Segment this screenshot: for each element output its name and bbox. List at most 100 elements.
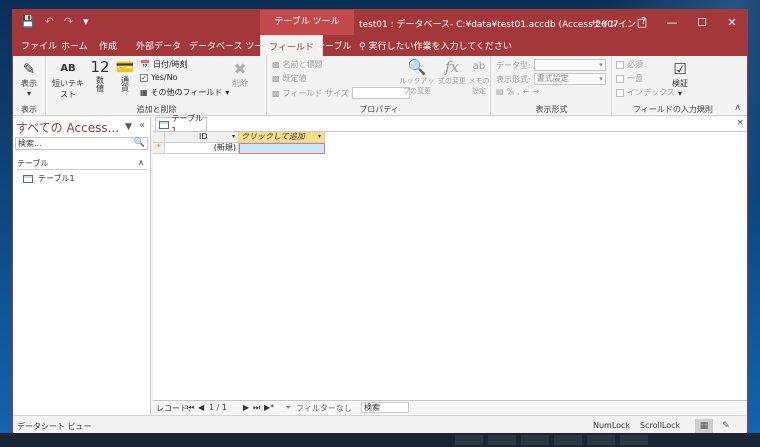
data-type-select[interactable]: [533, 59, 606, 71]
ribbon-display-options-icon[interactable]: □: [627, 10, 657, 35]
select-all-corner[interactable]: [153, 132, 165, 143]
new-row-selector[interactable]: *: [153, 143, 165, 154]
undo-icon[interactable]: ↶: [45, 16, 54, 28]
format-row: 表示形式: 書式設定: [496, 73, 606, 85]
taskbar-app[interactable]: [554, 435, 582, 445]
tab-fields[interactable]: フィールド: [260, 35, 323, 56]
first-record-icon[interactable]: ⏮: [187, 403, 194, 413]
tab-create[interactable]: 作成: [99, 39, 117, 52]
required-checkbox[interactable]: 必須: [616, 59, 643, 70]
last-record-icon[interactable]: ⏭: [253, 403, 260, 413]
group-properties: ▩ 名前と標題 ▩ 既定値 ▩ フィールド サイズ 🔍 ルックアップの変更 fx…: [268, 56, 491, 116]
close-button[interactable]: ✕: [717, 10, 747, 35]
comma-icon[interactable]: ,: [517, 87, 520, 96]
tell-me-box[interactable]: ⚲ 実行したい作業を入力してください: [359, 39, 512, 52]
column-dropdown-icon[interactable]: ▾: [318, 132, 321, 142]
number-button[interactable]: 12 数値: [89, 58, 111, 94]
datasheet-view-icon[interactable]: ▦: [695, 419, 713, 433]
nav-item-table1[interactable]: テーブル1: [23, 173, 75, 184]
new-row-id-cell[interactable]: (新規): [165, 143, 239, 154]
default-value-icon: ▩: [272, 74, 280, 83]
unique-checkbox[interactable]: 一意: [616, 73, 643, 84]
record-position[interactable]: 1 / 1: [209, 403, 227, 412]
next-record-icon[interactable]: ▶: [243, 403, 249, 412]
column-header-id[interactable]: ID ▾: [165, 132, 239, 143]
group-add-delete: AB 短いテキスト 12 数値 💳 通貨 📅 日付/時刻 ✓ Yes/No ▦: [47, 56, 267, 116]
redo-icon[interactable]: ↷: [64, 16, 73, 28]
save-icon[interactable]: 💾: [21, 16, 35, 28]
record-label: レコード:: [156, 404, 191, 413]
window-title: test01 : データベース- C:¥data¥test01.accdb (A…: [359, 20, 628, 30]
taskbar: [0, 433, 760, 447]
document-tab-table1[interactable]: テーブル1: [155, 114, 207, 135]
prev-record-icon[interactable]: ◀: [198, 403, 204, 412]
taskbar-app[interactable]: [521, 435, 549, 445]
customize-qat-icon[interactable]: ▾: [83, 16, 89, 28]
new-row-add-cell[interactable]: [239, 143, 325, 154]
tab-home[interactable]: ホーム: [61, 39, 88, 52]
delete-button[interactable]: ✖ 削除: [228, 60, 252, 89]
lookup-icon: 🔍: [407, 58, 427, 76]
new-record-icon[interactable]: ▶*: [264, 403, 274, 412]
click-to-add-header[interactable]: クリックして追加 ▾: [239, 132, 325, 143]
filter-icon[interactable]: ⏷: [285, 403, 291, 413]
currency-button[interactable]: 💳 通貨: [115, 58, 135, 94]
currency-icon: 💳: [115, 58, 135, 76]
scrolllock-indicator: ScrollLock: [640, 421, 681, 430]
access-window: 💾 ↶ ↷ ▾ テーブル ツール test01 : データベース- C:¥dat…: [12, 9, 748, 435]
nav-pane-collapse-icon[interactable]: «: [139, 120, 145, 131]
field-size-row: ▩ フィールド サイズ: [272, 87, 410, 99]
fx-icon: fx: [444, 58, 459, 76]
percent-icon[interactable]: %: [507, 87, 515, 96]
lookup-change-button[interactable]: 🔍 ルックアップの変更: [398, 58, 436, 96]
taskbar-app[interactable]: [620, 435, 648, 445]
indexed-checkbox[interactable]: インデックス: [616, 87, 675, 98]
view-button[interactable]: ✎ 表示 ▾: [17, 60, 41, 98]
filter-status[interactable]: フィルターなし: [296, 403, 352, 414]
tab-file[interactable]: ファイル: [21, 39, 57, 52]
delete-icon: ✖: [233, 60, 247, 78]
nav-search-input[interactable]: 検索... 🔍: [15, 137, 148, 150]
decrease-decimal-icon[interactable]: →: [532, 87, 539, 96]
nav-pane-menu-icon[interactable]: ▼: [125, 122, 132, 132]
minimize-button[interactable]: —: [657, 10, 687, 35]
number-format-row: ▤ % , ← →: [496, 87, 539, 96]
name-caption-button[interactable]: ▩ 名前と標題: [272, 59, 323, 70]
increase-decimal-icon[interactable]: ←: [523, 87, 530, 96]
record-search-input[interactable]: 検索: [361, 402, 409, 413]
tab-table[interactable]: テーブル: [316, 39, 351, 52]
maximize-button[interactable]: ☐: [687, 10, 717, 35]
datetime-button[interactable]: 📅 日付/時刻: [140, 59, 188, 70]
tab-external-data[interactable]: 外部データ: [136, 39, 181, 52]
column-dropdown-icon[interactable]: ▾: [232, 132, 235, 142]
quick-access-toolbar: 💾 ↶ ↷ ▾: [21, 16, 89, 28]
short-text-button[interactable]: AB 短いテキスト: [51, 60, 85, 100]
data-type-row: データ型:: [496, 59, 606, 71]
calendar-icon: 📅: [140, 60, 150, 69]
expression-change-button[interactable]: fx 式の変更: [438, 58, 466, 86]
validate-button[interactable]: ☑ 検証 ▾: [667, 60, 693, 98]
title-bar: 💾 ↶ ↷ ▾ テーブル ツール test01 : データベース- C:¥dat…: [13, 10, 747, 35]
taskbar-app[interactable]: [488, 435, 516, 445]
design-view-icon[interactable]: ✎: [717, 419, 735, 433]
table-icon: [159, 120, 169, 129]
memo-settings-button[interactable]: ab メモの設定: [468, 58, 490, 96]
search-icon[interactable]: 🔍: [134, 138, 145, 149]
taskbar-app[interactable]: [587, 435, 615, 445]
status-bar: データシート ビュー NumLock ScrollLock ▦ ✎: [13, 415, 747, 434]
ribbon-tab-bar: ファイル ホーム 作成 外部データ データベース ツール フィールド テーブル …: [13, 35, 747, 56]
tell-me-text: 実行したい作業を入力してください: [368, 42, 512, 52]
nav-group-tables[interactable]: テーブル ∧: [17, 158, 147, 170]
view-status: データシート ビュー: [17, 422, 92, 431]
memo-icon: ab: [472, 61, 486, 72]
yesno-button[interactable]: ✓ Yes/No: [140, 73, 178, 82]
more-fields-button[interactable]: ▦ その他のフィールド ▾: [140, 87, 229, 98]
nav-pane-title[interactable]: すべての Access...: [16, 119, 119, 136]
default-value-button[interactable]: ▩ 既定値: [272, 73, 307, 84]
format-select[interactable]: 書式設定: [533, 73, 606, 85]
collapse-group-icon[interactable]: ∧: [138, 158, 144, 167]
collapse-ribbon-icon[interactable]: ∧: [734, 103, 741, 113]
currency-format-icon[interactable]: ▤: [496, 87, 504, 96]
close-document-icon[interactable]: ×: [736, 118, 744, 128]
taskbar-app[interactable]: [455, 435, 483, 445]
